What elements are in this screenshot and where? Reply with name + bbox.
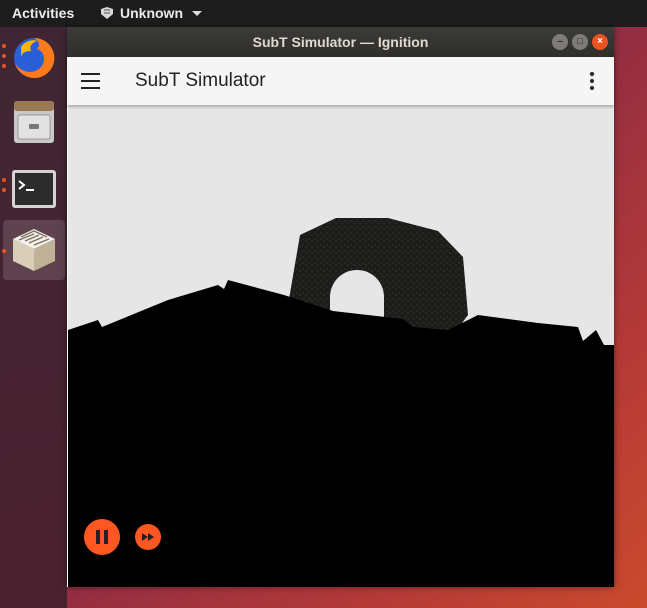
hamburger-menu-icon[interactable] — [81, 73, 100, 89]
app-toolbar: SubT Simulator — [67, 57, 614, 105]
running-indicator — [2, 249, 6, 253]
app-title: SubT Simulator — [135, 70, 266, 91]
dock-item-terminal[interactable] — [3, 157, 65, 217]
3d-scene-viewport[interactable] — [68, 105, 614, 587]
app-menu-label: Unknown — [120, 5, 183, 21]
fast-forward-icon — [142, 533, 154, 541]
step-forward-button[interactable] — [135, 524, 161, 550]
pause-icon — [96, 530, 100, 544]
maze-cube-icon — [13, 229, 55, 271]
activities-button[interactable]: Activities — [12, 5, 74, 21]
window-controls: – □ × — [552, 34, 608, 50]
pause-button[interactable] — [84, 519, 120, 555]
dock-item-subt-simulator[interactable] — [3, 220, 65, 280]
scene-render — [68, 218, 614, 587]
app-menu[interactable]: Unknown — [100, 5, 202, 21]
window-title: SubT Simulator — Ignition — [252, 34, 429, 50]
running-indicator — [2, 188, 6, 192]
terminal-icon — [12, 170, 56, 208]
running-indicator — [2, 178, 6, 182]
top-bar: Activities Unknown — [0, 0, 647, 27]
dock — [0, 27, 67, 608]
running-indicator — [2, 54, 6, 58]
window-titlebar[interactable]: SubT Simulator — Ignition – □ × — [67, 27, 614, 57]
more-options-icon[interactable] — [590, 72, 594, 93]
close-button[interactable]: × — [592, 34, 608, 50]
chevron-down-icon — [192, 10, 202, 16]
running-indicator — [2, 64, 6, 68]
file-cabinet-icon — [14, 101, 54, 143]
app-window: SubT Simulator — Ignition – □ × SubT Sim… — [67, 27, 614, 587]
maximize-button[interactable]: □ — [572, 34, 588, 50]
running-indicator — [2, 44, 6, 48]
firefox-icon — [14, 37, 55, 78]
dock-item-files[interactable] — [3, 93, 65, 153]
minimize-button[interactable]: – — [552, 34, 568, 50]
app-menu-icon — [101, 7, 113, 19]
dock-item-firefox[interactable] — [3, 29, 65, 89]
